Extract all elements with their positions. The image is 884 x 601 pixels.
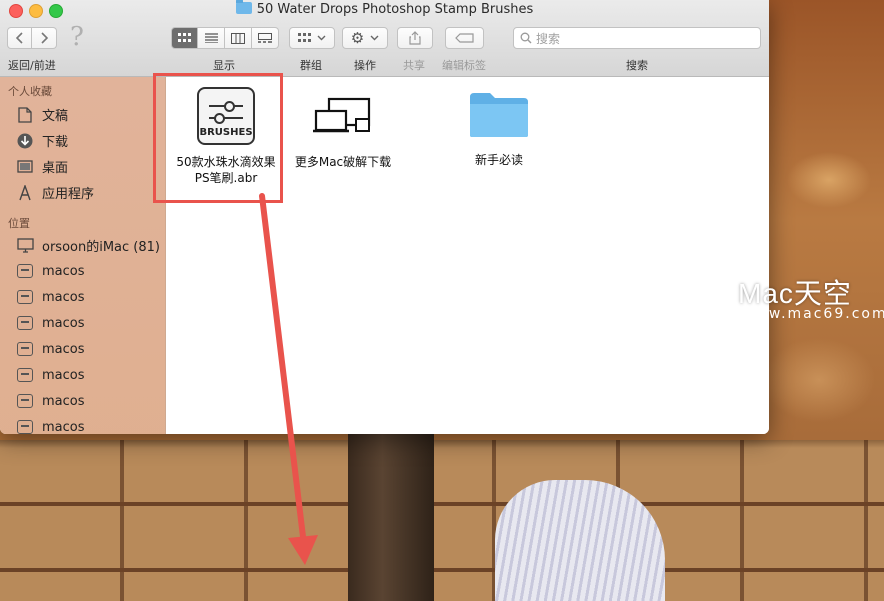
watermark-screens-icon [672,278,727,311]
watermark-url: www.mac69.com [742,306,884,322]
